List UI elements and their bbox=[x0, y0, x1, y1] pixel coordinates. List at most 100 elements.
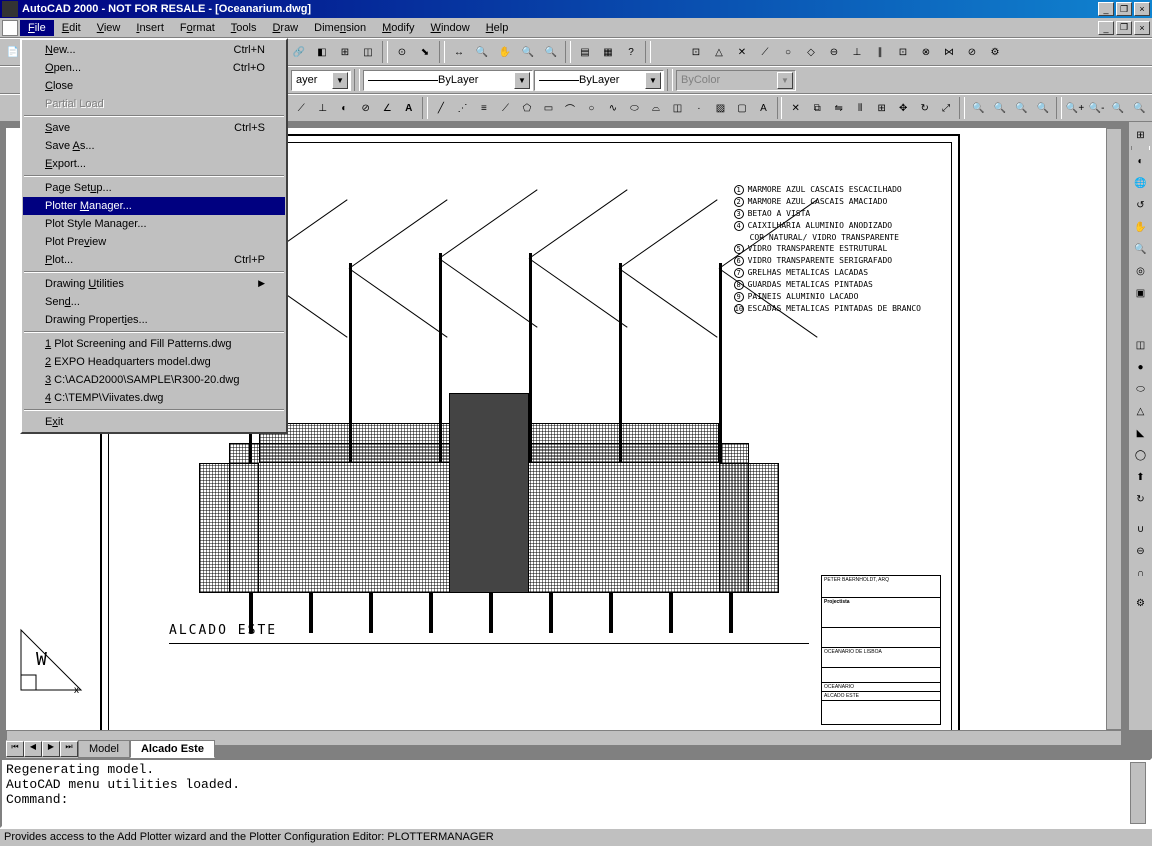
snap-intersect-icon[interactable]: ✕ bbox=[731, 41, 753, 63]
snap-parallel-icon[interactable]: ∥ bbox=[869, 41, 891, 63]
dim-aligned-icon[interactable]: ⟋ bbox=[291, 97, 312, 119]
tab-next-button[interactable]: ▶ bbox=[42, 741, 60, 757]
menu-item-new[interactable]: New...Ctrl+N bbox=[23, 41, 285, 59]
rectangle-icon[interactable]: ▭ bbox=[538, 97, 559, 119]
dropdown-arrow-icon[interactable]: ▼ bbox=[514, 72, 530, 89]
zoom-rt-icon[interactable]: 🔍 bbox=[471, 41, 493, 63]
zoom-prev-icon[interactable]: 🔍 bbox=[540, 41, 562, 63]
mline-icon[interactable]: ≡ bbox=[474, 97, 495, 119]
union-icon[interactable]: ∪ bbox=[1130, 518, 1152, 540]
menu-item-recent-4[interactable]: 4 C:\TEMP\Viivates.dwg bbox=[23, 389, 285, 407]
menu-window[interactable]: Window bbox=[423, 20, 478, 36]
snap-extend-icon[interactable]: ⟋ bbox=[754, 41, 776, 63]
dim-diameter-icon[interactable]: ⊘ bbox=[355, 97, 376, 119]
linetype-dropdown[interactable]: ByLayer ▼ bbox=[363, 70, 533, 91]
dim-angular-icon[interactable]: ∠ bbox=[377, 97, 398, 119]
menu-edit[interactable]: Edit bbox=[54, 20, 89, 36]
arc-icon[interactable]: ⌒ bbox=[560, 97, 581, 119]
lineweight-dropdown[interactable]: ByLayer ▼ bbox=[534, 70, 664, 91]
block-icon[interactable]: ◫ bbox=[667, 97, 688, 119]
3d-zoom-icon[interactable]: 🔍 bbox=[1130, 238, 1152, 260]
menu-item-open[interactable]: Open...Ctrl+O bbox=[23, 59, 285, 77]
dbconnect-icon[interactable]: ▦ bbox=[597, 41, 619, 63]
zoom-center-icon[interactable]: 🔍 bbox=[1033, 97, 1054, 119]
zoom-window-icon[interactable]: 🔍 bbox=[968, 97, 989, 119]
menu-insert[interactable]: Insert bbox=[128, 20, 172, 36]
ellipse-icon[interactable]: ⬭ bbox=[624, 97, 645, 119]
menu-help[interactable]: Help bbox=[478, 20, 517, 36]
xline-icon[interactable]: ⋰ bbox=[452, 97, 473, 119]
pline-icon[interactable]: ⟋ bbox=[495, 97, 516, 119]
zoom-scale-icon[interactable]: 🔍 bbox=[1011, 97, 1032, 119]
menu-view[interactable]: View bbox=[89, 20, 129, 36]
menu-item-plot-style-manager[interactable]: Plot Style Manager... bbox=[23, 215, 285, 233]
intersect-icon[interactable]: ∩ bbox=[1130, 562, 1152, 584]
pan-icon[interactable]: ✋ bbox=[494, 41, 516, 63]
solid-sphere-icon[interactable]: ● bbox=[1130, 356, 1152, 378]
polygon-icon[interactable]: ⬠ bbox=[517, 97, 538, 119]
snap-tangent-icon[interactable]: ⊖ bbox=[823, 41, 845, 63]
minimize-button[interactable]: _ bbox=[1098, 2, 1114, 16]
zoom-extents-icon[interactable]: 🔍 bbox=[1129, 97, 1150, 119]
subtract-icon[interactable]: ⊖ bbox=[1130, 540, 1152, 562]
line-icon[interactable]: ╱ bbox=[431, 97, 452, 119]
tool-icon[interactable]: ◫ bbox=[357, 41, 379, 63]
rotate-icon[interactable]: ↻ bbox=[914, 97, 935, 119]
mtext-icon[interactable]: A bbox=[753, 97, 774, 119]
mdi-restore[interactable]: ❐ bbox=[1116, 21, 1132, 35]
menu-item-exit[interactable]: Exit bbox=[23, 413, 285, 431]
snap-midpoint-icon[interactable]: △ bbox=[708, 41, 730, 63]
dist-icon[interactable]: ↔ bbox=[448, 41, 470, 63]
setup-icon[interactable]: ⚙ bbox=[1130, 592, 1152, 614]
snap-settings-icon[interactable]: ⚙ bbox=[984, 41, 1006, 63]
tab-layout[interactable]: Alcado Este bbox=[130, 740, 215, 758]
snap-center-icon[interactable]: ○ bbox=[777, 41, 799, 63]
menu-item-page-setup[interactable]: Page Setup... bbox=[23, 179, 285, 197]
menu-item-plot-preview[interactable]: Plot Preview bbox=[23, 233, 285, 251]
3d-swivel-icon[interactable]: ↺ bbox=[1130, 194, 1152, 216]
menu-item-recent-1[interactable]: 1 Plot Screening and Fill Patterns.dwg bbox=[23, 335, 285, 353]
revolve-icon[interactable]: ↻ bbox=[1130, 488, 1152, 510]
ellipse-arc-icon[interactable]: ⌓ bbox=[646, 97, 667, 119]
solid-box-icon[interactable]: ◫ bbox=[1130, 334, 1152, 356]
menu-item-plot[interactable]: Plot...Ctrl+P bbox=[23, 251, 285, 269]
region-icon[interactable]: ▢ bbox=[732, 97, 753, 119]
array-icon[interactable]: ⊞ bbox=[871, 97, 892, 119]
menu-file[interactable]: File bbox=[20, 20, 54, 36]
vertical-scrollbar[interactable] bbox=[1106, 128, 1122, 730]
properties-icon[interactable]: ▤ bbox=[574, 41, 596, 63]
snap-perp-icon[interactable]: ⊥ bbox=[846, 41, 868, 63]
3d-orbit-icon[interactable]: 🌐 bbox=[1130, 172, 1152, 194]
zoom-dynamic-icon[interactable]: 🔍 bbox=[990, 97, 1011, 119]
color-dropdown[interactable]: ByColor ▼ bbox=[676, 70, 796, 91]
layer-dropdown[interactable]: ayer ▼ bbox=[291, 70, 351, 91]
command-line[interactable]: Regenerating model. AutoCAD menu utiliti… bbox=[0, 758, 1152, 828]
hyperlink-icon[interactable]: 🔗 bbox=[288, 41, 310, 63]
zoom-out-icon[interactable]: 🔍- bbox=[1086, 97, 1107, 119]
zoom-all-icon[interactable]: 🔍 bbox=[1108, 97, 1129, 119]
menu-item-recent-2[interactable]: 2 EXPO Headquarters model.dwg bbox=[23, 353, 285, 371]
zoom-in-icon[interactable]: 🔍+ bbox=[1065, 97, 1086, 119]
cmdline-scrollbar[interactable] bbox=[1130, 762, 1146, 824]
dropdown-arrow-icon[interactable]: ▼ bbox=[777, 72, 793, 89]
solid-cylinder-icon[interactable]: ⬭ bbox=[1130, 378, 1152, 400]
menu-item-export[interactable]: Export... bbox=[23, 155, 285, 173]
menu-item-drawing-properties[interactable]: Drawing Properties... bbox=[23, 311, 285, 329]
dropdown-arrow-icon[interactable]: ▼ bbox=[332, 72, 348, 89]
close-button[interactable]: × bbox=[1134, 2, 1150, 16]
menu-item-send[interactable]: Send... bbox=[23, 293, 285, 311]
document-icon[interactable] bbox=[2, 20, 18, 36]
tab-prev-button[interactable]: ◀ bbox=[24, 741, 42, 757]
maximize-button[interactable]: ❐ bbox=[1116, 2, 1132, 16]
snap-nearest-icon[interactable]: ⋈ bbox=[938, 41, 960, 63]
erase-icon[interactable]: ✕ bbox=[785, 97, 806, 119]
copy-obj-icon[interactable]: ⧉ bbox=[807, 97, 828, 119]
circle-icon[interactable]: ○ bbox=[581, 97, 602, 119]
solid-torus-icon[interactable]: ◯ bbox=[1130, 444, 1152, 466]
menu-modify[interactable]: Modify bbox=[374, 20, 422, 36]
3d-pan-icon[interactable]: ✋ bbox=[1130, 216, 1152, 238]
snap-quad-icon[interactable]: ◇ bbox=[800, 41, 822, 63]
menu-item-recent-3[interactable]: 3 C:\ACAD2000\SAMPLE\R300-20.dwg bbox=[23, 371, 285, 389]
offset-icon[interactable]: ⫴ bbox=[850, 97, 871, 119]
menu-item-save[interactable]: SaveCtrl+S bbox=[23, 119, 285, 137]
